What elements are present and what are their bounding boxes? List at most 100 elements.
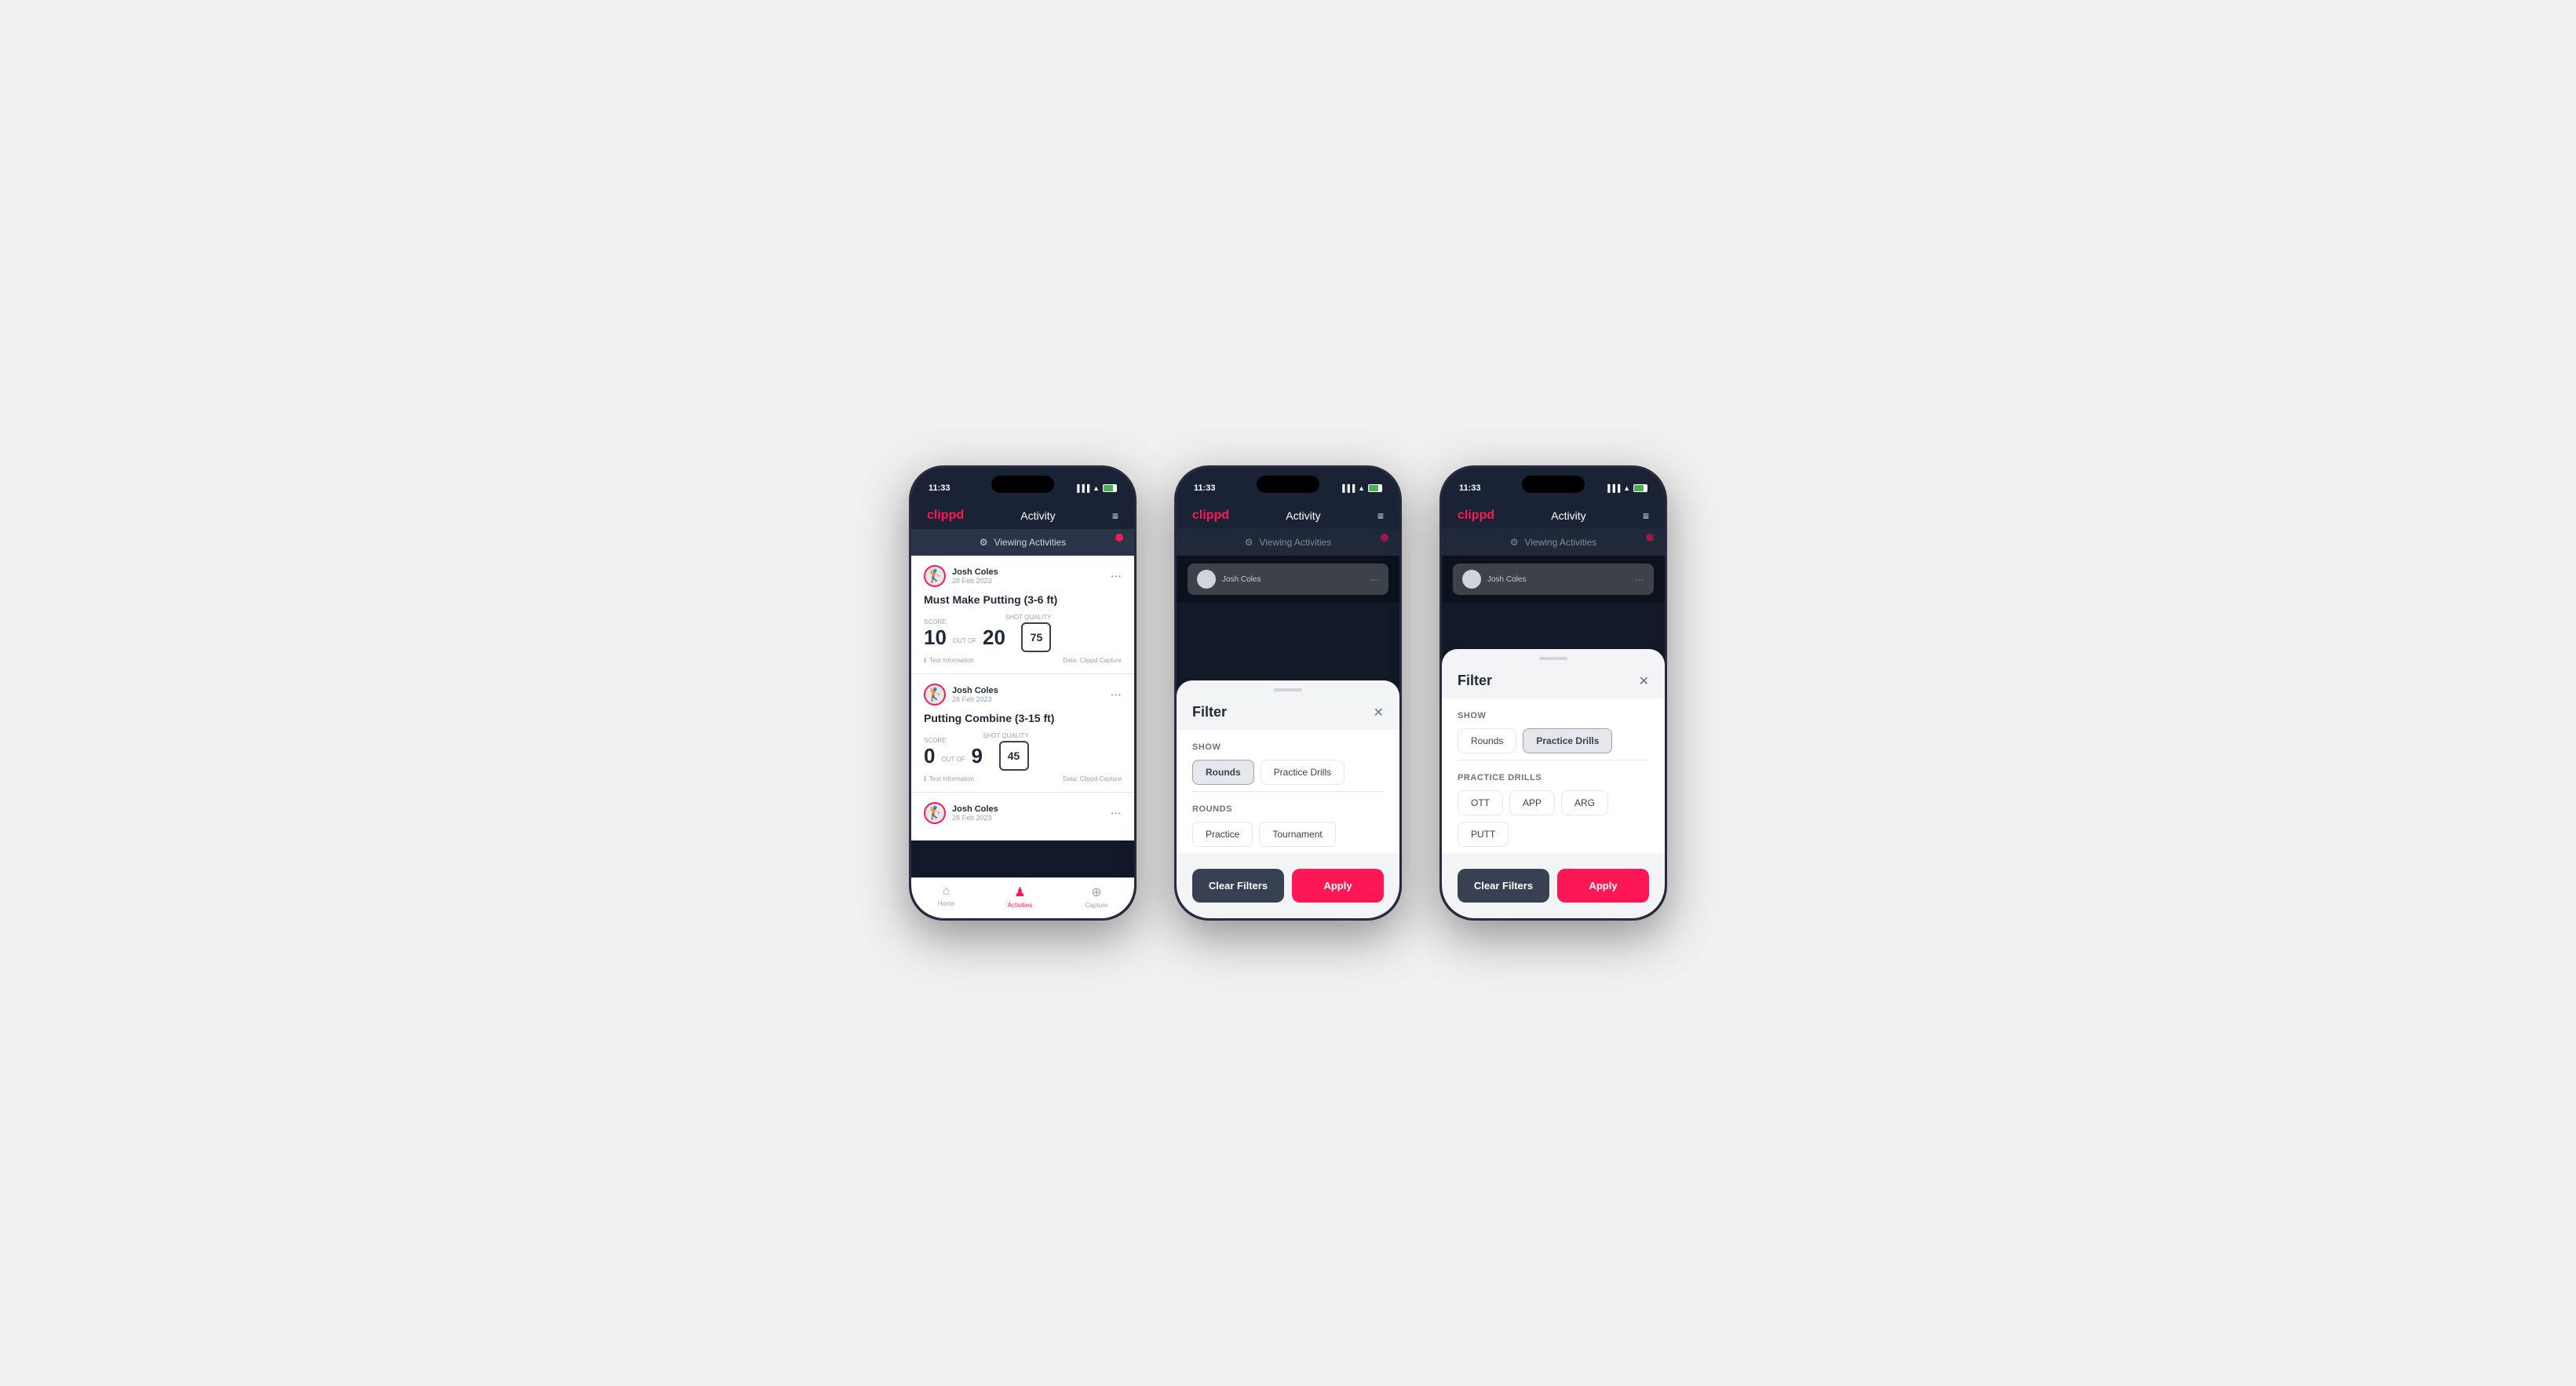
phone-3-inner: 11:33 ▐▐▐ ▲ clippd Activity ≡ bbox=[1442, 468, 1665, 918]
practice-drills-btn-2[interactable]: Practice Drills bbox=[1261, 760, 1345, 785]
viewing-bar-2: ⚙ Viewing Activities bbox=[1177, 529, 1399, 556]
dots-menu-3[interactable]: ··· bbox=[1111, 807, 1122, 819]
wifi-icon: ▲ bbox=[1093, 484, 1100, 492]
status-icons-3: ▐▐▐ ▲ bbox=[1605, 484, 1647, 492]
tab-activities-1[interactable]: ♟ Activities bbox=[1008, 884, 1033, 909]
activity-card-1: 🏌️ Josh Coles 28 Feb 2023 ··· Must Make bbox=[911, 556, 1134, 674]
ott-btn-3[interactable]: OTT bbox=[1458, 790, 1503, 815]
tab-capture-1[interactable]: ⊕ Capture bbox=[1085, 884, 1107, 909]
apply-btn-3[interactable]: Apply bbox=[1557, 869, 1649, 903]
nav-title-1: Activity bbox=[1020, 509, 1055, 522]
show-label-3: Show bbox=[1458, 711, 1649, 720]
avatar-1: 🏌️ bbox=[924, 565, 946, 587]
app-btn-3[interactable]: APP bbox=[1509, 790, 1555, 815]
score-value-1: 10 bbox=[924, 627, 947, 647]
drills-buttons-3: OTT APP ARG PUTT bbox=[1458, 790, 1649, 847]
dynamic-island-3 bbox=[1522, 476, 1585, 493]
score-value-2: 0 bbox=[924, 746, 935, 766]
phone-3-wrapper: 11:33 ▐▐▐ ▲ clippd Activity ≡ bbox=[1439, 465, 1667, 921]
user-date-3: 28 Feb 2023 bbox=[952, 814, 998, 822]
logo-3: clippd bbox=[1458, 509, 1494, 523]
phone-1-content: 🏌️ Josh Coles 28 Feb 2023 ··· Must Make bbox=[911, 556, 1134, 918]
clear-filters-btn-2[interactable]: Clear Filters bbox=[1192, 869, 1284, 903]
clear-filters-btn-3[interactable]: Clear Filters bbox=[1458, 869, 1549, 903]
backdrop-partial-3: Josh Coles ··· bbox=[1442, 556, 1665, 603]
status-time: 11:33 bbox=[929, 483, 950, 493]
nav-bar-2: clippd Activity ≡ bbox=[1177, 502, 1399, 529]
avatar-3: 🏌️ bbox=[924, 802, 946, 824]
show-label-2: Show bbox=[1192, 742, 1384, 752]
practice-drills-section-label-3: Practice Drills bbox=[1458, 773, 1649, 782]
filter-title-2: Filter bbox=[1192, 704, 1227, 720]
wifi-icon-3: ▲ bbox=[1623, 484, 1630, 492]
filter-footer-3: Clear Filters Apply bbox=[1442, 853, 1665, 903]
info-icon-1: ℹ bbox=[924, 657, 926, 664]
scores-row-1: Score 10 OUT OF 20 Shot Quality bbox=[924, 614, 1122, 652]
status-time-2: 11:33 bbox=[1194, 483, 1216, 493]
user-name-3: Josh Coles bbox=[952, 804, 998, 814]
wifi-icon-2: ▲ bbox=[1358, 484, 1365, 492]
battery-icon bbox=[1103, 484, 1117, 492]
out-of-1: OUT OF bbox=[953, 637, 976, 647]
phones-container: 11:33 ▐▐▐ ▲ clippd Activity ≡ bbox=[909, 465, 1667, 921]
practice-drills-btn-3[interactable]: Practice Drills bbox=[1523, 728, 1612, 753]
filter-body-2: Show Rounds Practice Drills Rounds bbox=[1177, 730, 1399, 853]
apply-btn-2[interactable]: Apply bbox=[1292, 869, 1384, 903]
footer-right-2: Data: Clippd Capture bbox=[1063, 775, 1122, 782]
tab-home-1[interactable]: ⌂ Home bbox=[938, 884, 954, 909]
filter-header-2: Filter ✕ bbox=[1177, 691, 1399, 730]
hamburger-icon-2[interactable]: ≡ bbox=[1377, 509, 1384, 522]
avatar-2: 🏌️ bbox=[924, 684, 946, 706]
viewing-bar-text-2: Viewing Activities bbox=[1259, 537, 1331, 548]
viewing-bar-text-3: Viewing Activities bbox=[1524, 537, 1596, 548]
dots-menu-1[interactable]: ··· bbox=[1111, 570, 1122, 582]
footer-left-2: ℹ Test Information bbox=[924, 775, 974, 782]
hamburger-icon-1[interactable]: ≡ bbox=[1112, 509, 1118, 522]
capture-label-1: Capture bbox=[1085, 902, 1107, 909]
phone-3: 11:33 ▐▐▐ ▲ clippd Activity ≡ bbox=[1439, 465, 1667, 921]
phone-3-screen: 11:33 ▐▐▐ ▲ clippd Activity ≡ bbox=[1442, 468, 1665, 918]
home-icon-1: ⌂ bbox=[943, 884, 950, 899]
tournament-btn-2[interactable]: Tournament bbox=[1259, 822, 1335, 847]
filter-sheet-2: Filter ✕ Show Rounds Practice Drills bbox=[1177, 680, 1399, 918]
activity-title-1: Must Make Putting (3-6 ft) bbox=[924, 593, 1122, 606]
logo-2: clippd bbox=[1192, 509, 1229, 523]
status-icons-2: ▐▐▐ ▲ bbox=[1340, 484, 1382, 492]
putt-btn-3[interactable]: PUTT bbox=[1458, 822, 1509, 847]
nav-bar-1: clippd Activity ≡ bbox=[911, 502, 1134, 529]
hamburger-icon-3[interactable]: ≡ bbox=[1643, 509, 1649, 522]
show-buttons-2: Rounds Practice Drills bbox=[1192, 760, 1384, 785]
status-time-3: 11:33 bbox=[1459, 483, 1481, 493]
viewing-bar-1[interactable]: ⚙ Viewing Activities bbox=[911, 529, 1134, 556]
signal-icon-3: ▐▐▐ bbox=[1605, 484, 1620, 492]
sq-badge-1: 75 bbox=[1021, 622, 1051, 652]
rounds-section-label-2: Rounds bbox=[1192, 804, 1384, 814]
card-footer-1: ℹ Test Information Data: Clippd Capture bbox=[924, 657, 1122, 664]
shot-quality-container-1: Shot Quality 75 bbox=[1005, 614, 1052, 652]
shots-value-2: 9 bbox=[972, 746, 983, 766]
dots-menu-2[interactable]: ··· bbox=[1111, 688, 1122, 701]
filter-header-3: Filter ✕ bbox=[1442, 660, 1665, 698]
sq-badge-2: 45 bbox=[999, 741, 1029, 771]
viewing-bar-3: ⚙ Viewing Activities bbox=[1442, 529, 1665, 556]
home-label-1: Home bbox=[938, 900, 954, 907]
card-footer-2: ℹ Test Information Data: Clippd Capture bbox=[924, 775, 1122, 782]
score-label-1: Score bbox=[924, 618, 1005, 626]
status-icons: ▐▐▐ ▲ bbox=[1075, 484, 1117, 492]
out-of-2: OUT OF bbox=[941, 756, 965, 766]
dynamic-island bbox=[991, 476, 1054, 493]
score-label-2: Score bbox=[924, 737, 983, 744]
shot-quality-container-2: Shot Quality 45 bbox=[983, 732, 1029, 771]
arg-btn-3[interactable]: ARG bbox=[1561, 790, 1608, 815]
rounds-btn-3[interactable]: Rounds bbox=[1458, 728, 1516, 753]
close-btn-3[interactable]: ✕ bbox=[1639, 673, 1649, 689]
practice-round-btn-2[interactable]: Practice bbox=[1192, 822, 1253, 847]
close-btn-2[interactable]: ✕ bbox=[1374, 705, 1384, 720]
phone-2-inner: 11:33 ▐▐▐ ▲ clippd Activity ≡ bbox=[1177, 468, 1399, 918]
footer-left-1: ℹ Test Information bbox=[924, 657, 974, 664]
rounds-btn-2[interactable]: Rounds bbox=[1192, 760, 1254, 785]
phone-2-screen: 11:33 ▐▐▐ ▲ clippd Activity ≡ bbox=[1177, 468, 1399, 918]
filter-body-3: Show Rounds Practice Drills Practice Dri… bbox=[1442, 698, 1665, 853]
filter-show-section-3: Show Rounds Practice Drills bbox=[1458, 698, 1649, 760]
viewing-dot-2 bbox=[1381, 534, 1388, 542]
